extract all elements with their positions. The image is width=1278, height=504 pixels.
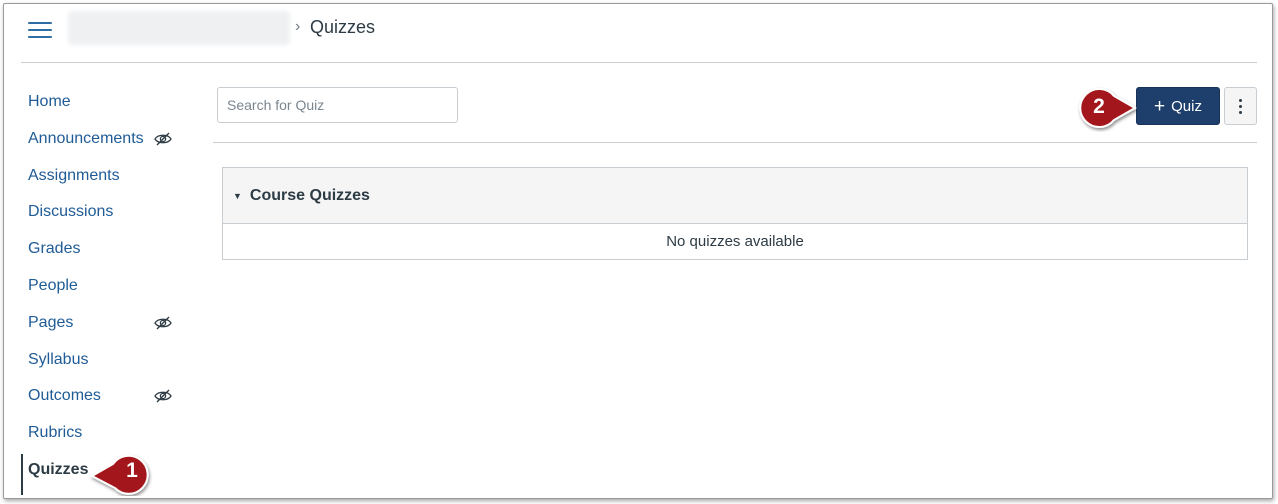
app-window: › Quizzes Home Announcements Assignments… (3, 3, 1273, 499)
callout-number: 1 (126, 459, 138, 482)
sidebar-item-rubrics[interactable]: Rubrics (21, 415, 191, 452)
sidebar-item-home[interactable]: Home (21, 84, 191, 121)
add-quiz-label: Quiz (1171, 97, 1202, 115)
group-title: Course Quizzes (249, 186, 370, 204)
breadcrumb-current-page: Quizzes (310, 17, 376, 37)
sidebar-item-label: Outcomes (28, 387, 101, 405)
plus-icon: + (1154, 95, 1166, 117)
search-input[interactable] (217, 87, 458, 123)
breadcrumb-course-link-blurred[interactable] (68, 11, 290, 45)
callout-marker-2: 2 (1072, 86, 1138, 132)
hamburger-menu-icon[interactable] (28, 20, 52, 40)
sidebar-item-label: Quizzes (28, 460, 89, 478)
sidebar-item-assignments[interactable]: Assignments (21, 158, 191, 195)
header-divider (21, 62, 1257, 63)
sidebar-item-announcements[interactable]: Announcements (21, 121, 191, 158)
add-quiz-button[interactable]: + Quiz (1136, 87, 1220, 125)
sidebar-item-label: People (28, 276, 78, 294)
sidebar-item-people[interactable]: People (21, 268, 191, 305)
course-quizzes-group: ▼ Course Quizzes No quizzes available (222, 167, 1248, 260)
sidebar-item-label: Home (28, 93, 71, 110)
toolbar-divider (213, 142, 1257, 143)
sidebar-item-discussions[interactable]: Discussions (21, 194, 191, 231)
callout-marker-1: 1 (89, 450, 155, 496)
sidebar-item-label: Grades (28, 240, 81, 258)
sidebar-item-syllabus[interactable]: Syllabus (21, 342, 191, 379)
course-navigation: Home Announcements Assignments Discussio… (21, 84, 191, 495)
caret-down-icon[interactable]: ▼ (233, 191, 242, 201)
sidebar-item-label: Discussions (28, 203, 114, 221)
sidebar-item-pages[interactable]: Pages (21, 305, 191, 342)
sidebar-item-grades[interactable]: Grades (21, 231, 191, 268)
sidebar-item-label: Rubrics (28, 424, 83, 442)
eye-slash-icon (154, 316, 172, 330)
empty-message: No quizzes available (666, 233, 804, 250)
sidebar-item-label: Pages (28, 313, 74, 331)
callout-number: 2 (1093, 95, 1105, 118)
eye-slash-icon (154, 389, 172, 403)
sidebar-item-label: Assignments (28, 166, 120, 184)
sidebar-item-label: Announcements (28, 129, 144, 147)
more-options-kebab-icon[interactable] (1224, 87, 1257, 125)
breadcrumb-separator-icon: › (295, 18, 301, 35)
eye-slash-icon (154, 132, 172, 146)
course-quizzes-header[interactable]: ▼ Course Quizzes (223, 168, 1247, 224)
sidebar-item-outcomes[interactable]: Outcomes (21, 378, 191, 415)
sidebar-item-label: Syllabus (28, 350, 89, 368)
